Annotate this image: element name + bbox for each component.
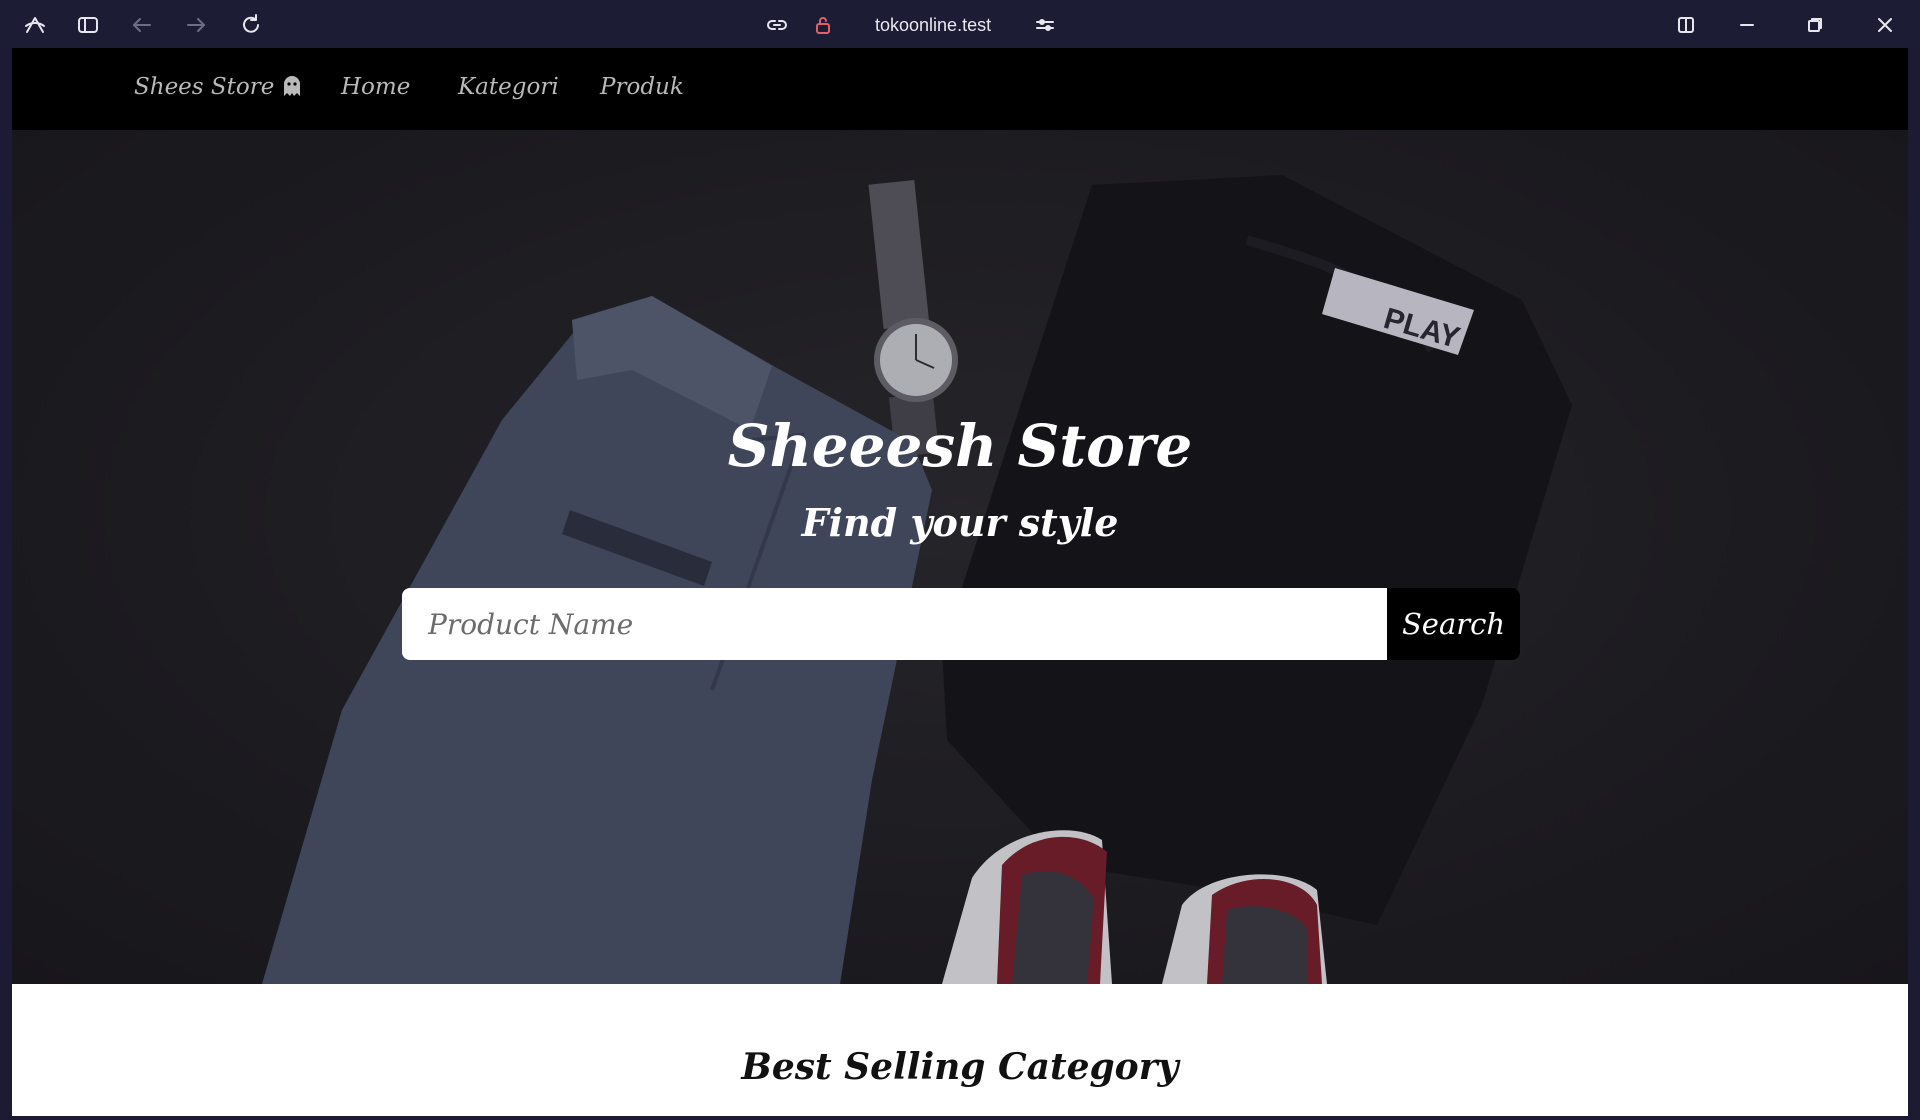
- hero-banner: PLAY Sheeesh Store Find your style Produ…: [12, 130, 1908, 984]
- ghost-icon: [284, 76, 301, 96]
- product-search-input[interactable]: [402, 588, 1387, 660]
- sidebar-toggle-icon[interactable]: [75, 12, 101, 38]
- hero-title: Sheeesh Store: [727, 412, 1193, 480]
- hero-dark-overlay: [12, 130, 1908, 984]
- address-bar-url[interactable]: tokoonline.test: [875, 13, 991, 37]
- nav-link-kategori[interactable]: Kategori: [458, 70, 559, 104]
- close-icon[interactable]: [1872, 12, 1898, 38]
- nav-link-produk[interactable]: Produk: [600, 70, 684, 104]
- split-view-icon[interactable]: [1673, 12, 1699, 38]
- lock-icon[interactable]: [810, 12, 836, 38]
- restore-icon[interactable]: [1802, 12, 1828, 38]
- hero-subtitle: Find your style: [801, 500, 1119, 545]
- navbar: Shees Store Home Kategori Produk: [12, 48, 1908, 130]
- nav-link-home[interactable]: Home: [341, 70, 410, 104]
- brand-label: Shees Store: [134, 74, 275, 100]
- browser-toolbar: tokoonline.test: [0, 0, 1920, 48]
- forward-arrow-icon[interactable]: [183, 12, 209, 38]
- site-settings-icon[interactable]: [1032, 12, 1058, 38]
- search-button[interactable]: Search: [1387, 588, 1520, 660]
- brand-link[interactable]: Shees Store: [134, 70, 302, 104]
- page-viewport: Shees Store Home Kategori Produk PLAY Sh…: [12, 48, 1908, 1116]
- back-arrow-icon[interactable]: [129, 12, 155, 38]
- minimize-icon[interactable]: [1734, 12, 1760, 38]
- reload-icon[interactable]: [238, 12, 264, 38]
- best-selling-category-heading: Best Selling Category: [741, 1046, 1179, 1088]
- arc-logo-icon[interactable]: [22, 12, 48, 38]
- copy-link-icon[interactable]: [764, 12, 790, 38]
